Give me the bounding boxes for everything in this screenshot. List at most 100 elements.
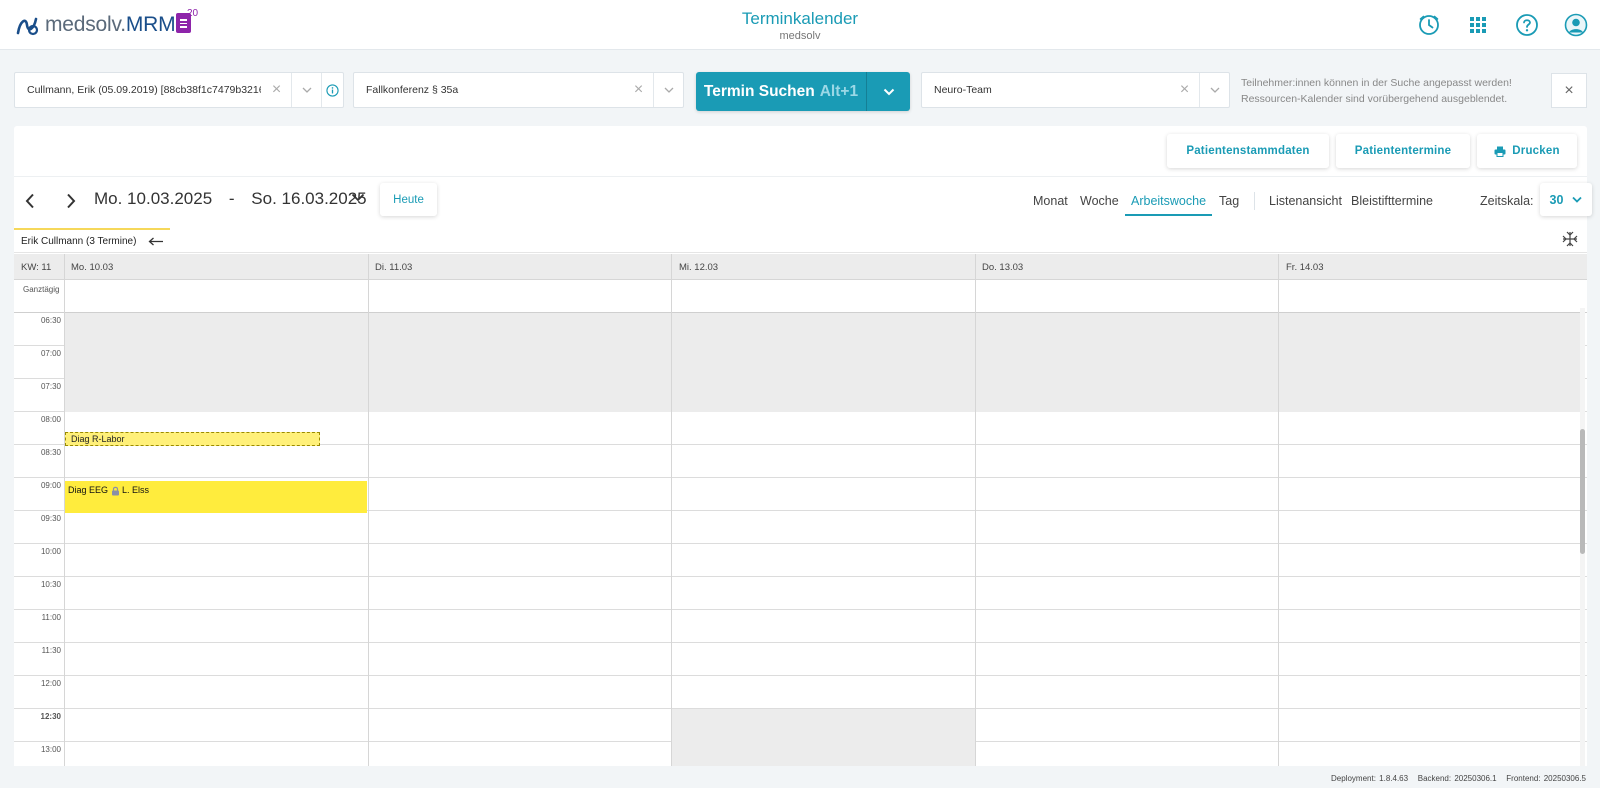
time-slot-row[interactable]: 10:00	[14, 544, 1587, 577]
arrow-left-icon[interactable]	[148, 237, 164, 246]
page-subtitle: medsolv	[779, 30, 821, 42]
time-slot-row[interactable]: 07:00	[14, 346, 1587, 379]
view-day[interactable]: Tag	[1219, 194, 1239, 208]
day-header[interactable]: Fr. 14.03	[1286, 262, 1324, 273]
printer-icon	[1494, 146, 1506, 157]
search-hint: Teilnehmer:innen können in der Suche ang…	[1241, 77, 1512, 105]
day-header[interactable]: Mi. 12.03	[679, 262, 718, 273]
team-select[interactable]: Neuro-Team ×	[921, 72, 1230, 108]
off-hours-cell	[64, 313, 1580, 346]
chevron-down-icon[interactable]	[291, 73, 321, 107]
day-header[interactable]: Mo. 10.03	[71, 262, 113, 273]
clear-icon[interactable]: ×	[623, 73, 653, 107]
chevron-right-icon[interactable]	[61, 191, 81, 211]
time-slot-row[interactable]: 07:30	[14, 379, 1587, 412]
time-label: 10:30	[40, 580, 61, 589]
view-workweek[interactable]: Arbeitswoche	[1131, 194, 1206, 208]
time-label: 12:00	[40, 679, 61, 688]
time-slot-row[interactable]: 11:30	[14, 643, 1587, 676]
date-range[interactable]: Mo. 10.03.2025 - So. 16.03.2025	[94, 189, 367, 209]
time-label: 10:00	[40, 547, 61, 556]
chevron-down-icon[interactable]	[351, 193, 365, 202]
deployment-version: Deployment: 1.8.4.63	[1331, 774, 1409, 783]
time-label: 06:30	[40, 316, 61, 325]
view-divider	[1254, 192, 1255, 210]
page-title: Terminkalender	[741, 9, 859, 28]
info-icon[interactable]	[321, 73, 343, 107]
version-footer: Deployment: 1.8.4.63 Backend: 20250306.1…	[1331, 774, 1586, 783]
calendar-event[interactable]: Diag R-Labor	[65, 432, 320, 446]
all-day-label: Ganztägig	[23, 285, 60, 294]
time-label: 09:00	[40, 481, 61, 490]
off-hours-cell	[64, 379, 1580, 412]
search-dropdown-toggle[interactable]	[867, 72, 910, 111]
patient-select[interactable]: Cullmann, Erik (05.09.2019) [88cb38f1c74…	[14, 72, 344, 108]
time-scale-label: Zeitskala:	[1480, 194, 1534, 208]
day-header[interactable]: Do. 13.03	[982, 262, 1023, 273]
column-divider	[975, 254, 976, 766]
patient-calendar-tab[interactable]: Erik Cullmann (3 Termine)	[14, 228, 170, 253]
time-label: 12:30	[40, 712, 61, 721]
time-label: 08:00	[40, 415, 61, 424]
calendar-header-row: KW: 11 Mo. 10.03 Di. 11.03 Mi. 12.03 Do.…	[14, 254, 1587, 280]
help-icon[interactable]	[1515, 13, 1539, 37]
search-hotkey: Alt+1	[819, 82, 859, 100]
active-view-indicator	[1125, 214, 1212, 216]
apps-grid-icon[interactable]	[1466, 13, 1490, 37]
day-header[interactable]: Di. 11.03	[375, 262, 412, 273]
event-title: Diag EEG	[68, 485, 109, 495]
column-divider	[368, 254, 369, 766]
time-scale-select[interactable]: 30	[1540, 183, 1592, 216]
appointment-type-select[interactable]: Fallkonferenz § 35a ×	[353, 72, 684, 108]
date-to: So. 16.03.2025	[251, 189, 367, 208]
time-label: 09:30	[40, 514, 61, 523]
chevron-down-icon[interactable]	[1199, 73, 1229, 107]
off-hours-cell	[64, 346, 1580, 379]
chevron-left-icon[interactable]	[20, 191, 40, 211]
appointment-type-value: Fallkonferenz § 35a	[366, 84, 459, 96]
week-number: KW: 11	[21, 262, 52, 273]
calendar-nav: Mo. 10.03.2025 - So. 16.03.2025 Heute Mo…	[14, 178, 1592, 224]
time-slot-row[interactable]: 12:30	[14, 709, 1587, 742]
user-icon[interactable]	[1564, 13, 1588, 37]
calendar-event[interactable]: Diag EEG L. Elss	[65, 481, 367, 513]
top-bar: medsolv.MRM 20 Terminkalender medsolv	[0, 0, 1600, 50]
expand-icon[interactable]	[1562, 231, 1578, 247]
column-divider	[671, 254, 672, 766]
time-slot-row[interactable]: 08:30	[14, 445, 1587, 478]
event-title: Diag R-Labor	[71, 434, 125, 444]
date-separator: -	[228, 189, 235, 208]
frontend-version: Frontend: 20250306.5	[1506, 774, 1586, 783]
time-label: 07:30	[40, 382, 61, 391]
clear-icon[interactable]: ×	[261, 73, 291, 107]
time-slot-row[interactable]: 12:00	[14, 676, 1587, 709]
lock-icon	[112, 486, 120, 496]
view-week[interactable]: Woche	[1080, 194, 1119, 208]
time-label: 11:00	[41, 613, 61, 622]
clock-icon[interactable]	[1417, 13, 1441, 37]
scrollbar-thumb[interactable]	[1580, 429, 1585, 554]
view-pencil-appointments[interactable]: Bleistifttermine	[1351, 194, 1433, 208]
chevron-down-icon[interactable]	[653, 73, 683, 107]
clear-icon[interactable]: ×	[1169, 73, 1199, 107]
off-hours-cell	[671, 742, 975, 766]
view-month[interactable]: Monat	[1033, 194, 1068, 208]
time-label: 13:00	[40, 745, 61, 754]
search-appointment-button[interactable]: Termin Suchen Alt+1	[696, 72, 910, 111]
time-slot-row[interactable]: 06:30	[14, 313, 1587, 346]
patient-appointments-button[interactable]: Patiententermine	[1336, 134, 1470, 168]
team-value: Neuro-Team	[934, 84, 992, 96]
date-from: Mo. 10.03.2025	[94, 189, 213, 208]
print-button[interactable]: Drucken	[1477, 134, 1577, 168]
time-slot-row[interactable]: 13:00	[14, 742, 1587, 766]
today-button[interactable]: Heute	[380, 183, 437, 216]
time-slot-row[interactable]: 10:30	[14, 577, 1587, 610]
search-button-label[interactable]: Termin Suchen Alt+1	[696, 72, 867, 111]
view-list[interactable]: Listenansicht	[1269, 194, 1342, 208]
time-slot-row[interactable]: 11:00	[14, 610, 1587, 643]
close-icon[interactable]: ×	[1551, 73, 1587, 108]
event-person: L. Elss	[122, 485, 150, 495]
patient-master-data-button[interactable]: Patientenstammdaten	[1167, 134, 1329, 168]
time-slot-row[interactable]: 09:30	[14, 511, 1587, 544]
all-day-row[interactable]: Ganztägig	[14, 280, 1587, 313]
